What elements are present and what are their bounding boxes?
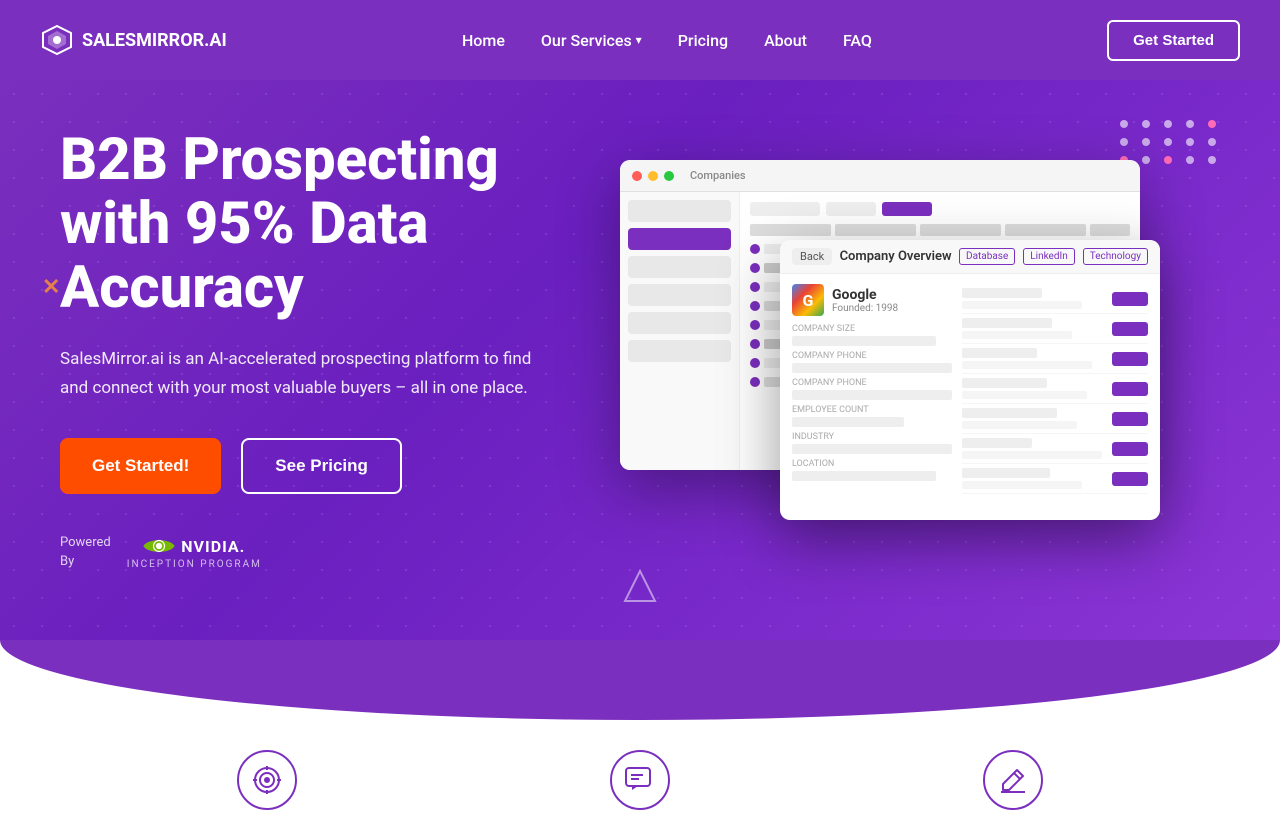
feature-edit [983,750,1043,810]
inception-text: INCEPTION PROGRAM [127,559,262,570]
hero-subtitle: SalesMirror.ai is an AI-accelerated pros… [60,345,540,403]
get-started-button[interactable]: Get Started! [60,438,221,494]
hero-section: ✕ B2B Prospecting with 95% Data Accuracy… [0,80,1280,640]
dashboard-title: Companies [690,169,746,182]
navbar: SALESMIRROR.AI Home Our Services Pricing… [0,0,1280,80]
popup-title: Company Overview [840,249,952,264]
dashboard-mockup: Companies [620,160,1220,540]
logo-text: SALESMIRROR.AI [82,30,227,51]
nav-about[interactable]: About [764,31,807,50]
nav-cta-button[interactable]: Get Started [1107,20,1240,61]
edit-icon [983,750,1043,810]
popup-tab-linkedin[interactable]: LinkedIn [1023,248,1075,265]
popup-tab-tech[interactable]: Technology [1083,248,1148,265]
nvidia-badge: NVIDIA. INCEPTION PROGRAM [127,535,262,570]
x-decoration: ✕ [42,275,60,300]
nvidia-text: NVIDIA. [181,537,245,556]
feature-target [237,750,297,810]
features-section [0,720,1280,840]
triangle-decoration [620,566,660,610]
hero-buttons: Get Started! See Pricing [60,438,620,494]
target-icon [237,750,297,810]
nav-faq[interactable]: FAQ [843,31,872,50]
nav-home[interactable]: Home [462,31,505,50]
see-pricing-button[interactable]: See Pricing [241,438,402,494]
hero-left: B2B Prospecting with 95% Data Accuracy S… [60,129,620,571]
popup-tab-database[interactable]: Database [959,248,1015,265]
company-name: Google [832,287,898,303]
company-meta: Founded: 1998 [832,303,898,314]
chat-icon [610,750,670,810]
wave-transition [0,640,1280,720]
dots-decoration [1120,120,1220,164]
popup-back[interactable]: Back [792,248,832,265]
nav-pricing[interactable]: Pricing [678,31,728,50]
hero-title: B2B Prospecting with 95% Data Accuracy [60,129,620,320]
company-logo: G [792,284,824,316]
powered-by: Powered By NVIDIA. INCEPTION PROGRAM [60,534,620,570]
powered-by-text: Powered By [60,534,111,570]
feature-chat [610,750,670,810]
nav-services[interactable]: Our Services [541,31,642,50]
logo[interactable]: SALESMIRROR.AI [40,23,227,57]
company-popup: Back Company Overview Database LinkedIn … [780,240,1160,520]
